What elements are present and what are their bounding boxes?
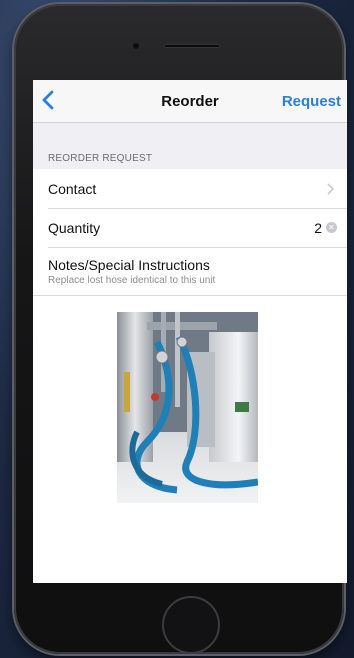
section-label: REORDER REQUEST [48, 153, 153, 164]
contact-row[interactable]: Contact [33, 170, 347, 208]
notes-value[interactable]: Replace lost hose identical to this unit [48, 275, 215, 286]
contact-label: Contact [48, 181, 97, 197]
navigation-bar: Reorder Request [33, 80, 347, 123]
quantity-label: Quantity [48, 220, 101, 236]
chevron-right-icon [327, 183, 335, 195]
request-button[interactable]: Request [282, 93, 341, 110]
front-camera [132, 42, 140, 50]
row-divider [33, 295, 347, 296]
quantity-row[interactable]: Quantity 2 ✕ [33, 209, 347, 247]
product-photo [117, 312, 258, 503]
home-button[interactable] [162, 596, 220, 654]
notes-row[interactable]: Notes/Special Instructions Replace lost … [33, 248, 347, 295]
earpiece-speaker [164, 44, 220, 48]
app-screen: Reorder Request REORDER REQUEST Contact … [33, 80, 347, 583]
quantity-value[interactable]: 2 [314, 220, 322, 236]
section-header: REORDER REQUEST [33, 123, 347, 169]
notes-label: Notes/Special Instructions [48, 257, 210, 273]
clear-icon[interactable]: ✕ [326, 222, 337, 233]
